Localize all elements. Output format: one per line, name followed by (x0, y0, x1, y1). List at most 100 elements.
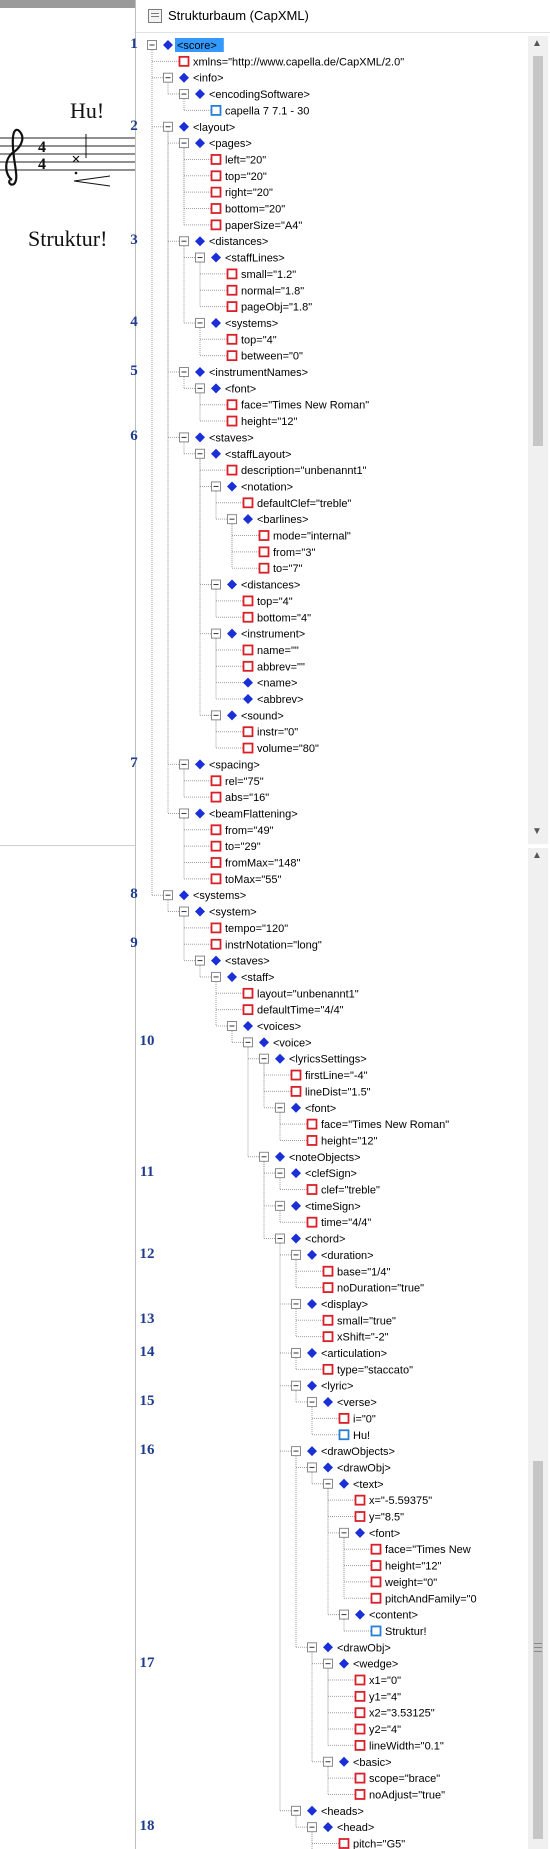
tree-node[interactable]: <font> (275, 1102, 337, 1115)
tree-node[interactable]: <distances> (211, 579, 301, 592)
tree-node[interactable]: Struktur! (370, 1625, 427, 1638)
tree-node[interactable]: top="4" (242, 595, 293, 608)
tree-node[interactable]: to="7" (258, 562, 303, 575)
collapse-toggle-icon[interactable] (163, 72, 173, 83)
tree-node[interactable]: <clefSign> (275, 1168, 357, 1180)
tree-node[interactable]: y1="4" (354, 1690, 402, 1703)
tree-node[interactable]: <sound> (211, 710, 284, 722)
collapse-toggle-icon[interactable] (211, 710, 221, 721)
tree-node[interactable]: <voice> (243, 1037, 312, 1049)
collapse-toggle-icon[interactable] (211, 481, 221, 492)
tree-node[interactable]: between="0" (226, 350, 304, 363)
tree-node[interactable]: <spacing> (179, 759, 260, 771)
collapse-toggle-icon[interactable] (195, 317, 205, 328)
scrollbar-lower[interactable]: ▲ (528, 848, 548, 1849)
tree-node[interactable]: tempo="120" (210, 922, 289, 935)
tree-node[interactable]: bottom="4" (242, 611, 312, 624)
tree-node[interactable]: to="29" (210, 840, 261, 853)
tree-node[interactable]: <barlines> (227, 514, 309, 526)
tree-node[interactable]: clef="treble" (306, 1184, 380, 1197)
tree-node[interactable]: time="4/4" (306, 1216, 372, 1229)
tree-node[interactable]: <lyric> (291, 1380, 354, 1393)
tree-node[interactable]: <info> (163, 72, 224, 85)
tree-node[interactable]: <display> (291, 1298, 369, 1311)
collapse-toggle-icon[interactable] (275, 1102, 285, 1113)
tree-node[interactable]: xShift="-2" (322, 1331, 389, 1344)
tree-node[interactable]: <duration> (291, 1249, 374, 1262)
collapse-toggle-icon[interactable] (163, 890, 173, 901)
tree-node[interactable]: x2="3.53125" (354, 1707, 435, 1720)
collapse-toggle-icon[interactable] (195, 252, 205, 263)
tree-node[interactable]: <staffLayout> (195, 448, 292, 461)
tree-node[interactable]: <basic> (323, 1756, 392, 1769)
tree-node[interactable]: pitchAndFamily="0 (370, 1592, 477, 1605)
tree-node[interactable]: <heads> (291, 1805, 364, 1818)
tree-node[interactable]: <distances> (179, 236, 269, 248)
collapse-toggle-icon[interactable] (259, 1053, 269, 1064)
tree-node[interactable]: <staves> (195, 955, 270, 968)
structure-tree[interactable]: <score> xmlns="http://www.capella.de/CapX… (146, 36, 521, 1849)
tree-node[interactable]: paperSize="A4" (210, 219, 303, 232)
tree-node[interactable]: small="true" (322, 1314, 396, 1327)
tree-node[interactable]: from="49" (210, 824, 274, 837)
tree-node[interactable]: top="4" (226, 333, 277, 346)
collapse-toggle-icon[interactable] (179, 367, 189, 377)
tree-node[interactable]: x1="0" (354, 1674, 402, 1687)
collapse-toggle-icon[interactable] (275, 1233, 285, 1244)
collapse-toggle-icon[interactable] (179, 759, 189, 770)
scroll-down-arrow-icon[interactable]: ▼ (532, 826, 542, 837)
collapse-toggle-icon[interactable] (179, 89, 189, 100)
collapse-toggle-icon[interactable] (323, 1478, 333, 1489)
collapse-toggle-icon[interactable] (179, 808, 189, 819)
tree-node[interactable]: pageObj="1.8" (226, 301, 313, 314)
tree-node[interactable]: <systems> (163, 890, 247, 902)
collapse-toggle-icon[interactable] (195, 448, 205, 459)
tree-node[interactable]: rel="75" (210, 775, 264, 788)
scrollbar-upper[interactable]: ▲ ▼ (528, 36, 548, 844)
tree-node[interactable]: left="20" (210, 154, 267, 166)
collapse-toggle-icon[interactable] (227, 1021, 237, 1031)
tree-node[interactable]: height="12" (226, 415, 298, 428)
collapse-toggle-icon[interactable] (323, 1756, 333, 1767)
tree-node[interactable]: <systems> (195, 317, 279, 330)
collapse-toggle-icon[interactable] (259, 1151, 269, 1162)
collapse-toggle-icon[interactable] (291, 1805, 301, 1816)
collapse-toggle-icon[interactable] (179, 138, 189, 149)
tree-node[interactable]: right="20" (210, 186, 273, 199)
collapse-toggle-icon[interactable] (211, 971, 221, 982)
tree-node[interactable]: face="Times New Roman" (226, 399, 370, 412)
tree-node[interactable]: <pages> (179, 138, 252, 150)
collapse-toggle-icon[interactable] (307, 1642, 317, 1653)
tree-node[interactable]: from="3" (258, 546, 316, 559)
collapse-toggle-icon[interactable] (307, 1397, 317, 1408)
collapse-toggle-icon[interactable] (227, 514, 237, 525)
tree-node[interactable]: name="" (242, 644, 299, 657)
tree-node[interactable]: <content> (339, 1609, 418, 1622)
tree-node[interactable]: abs="16" (210, 791, 270, 804)
tree-node[interactable]: face="Times New (370, 1543, 471, 1556)
tree-node[interactable]: type="staccato" (322, 1363, 414, 1376)
tree-node[interactable]: <voices> (227, 1021, 302, 1033)
collapse-toggle-icon[interactable] (307, 1822, 317, 1833)
tree-node[interactable]: <font> (195, 383, 257, 395)
tree-node[interactable]: top="20" (210, 170, 267, 183)
tree-node[interactable]: bottom="20" (210, 203, 286, 216)
tree-node[interactable]: <timeSign> (275, 1200, 361, 1213)
collapse-toggle-icon[interactable] (163, 121, 173, 132)
tree-node[interactable]: lineDist="1.5" (290, 1086, 371, 1098)
scrollbar-thumb[interactable] (533, 1461, 543, 1839)
tree-node[interactable]: toMax="55" (210, 873, 282, 886)
tree-node[interactable]: pitch="G5" (338, 1838, 406, 1849)
collapse-toggle-icon[interactable] (179, 236, 189, 247)
collapse-toggle-icon[interactable] (291, 1249, 301, 1260)
tree-node[interactable]: mode="internal" (258, 530, 351, 543)
tree-node[interactable]: <staff> (211, 971, 275, 984)
collapse-toggle-icon[interactable] (291, 1446, 301, 1457)
tree-node[interactable]: Hu! (338, 1429, 371, 1442)
collapse-toggle-icon[interactable] (339, 1609, 349, 1620)
tree-node[interactable]: face="Times New Roman" (306, 1118, 450, 1131)
collapse-toggle-icon[interactable] (307, 1462, 317, 1473)
collapse-toggle-icon[interactable] (275, 1200, 285, 1211)
tree-node[interactable]: defaultClef="treble" (242, 497, 352, 510)
scroll-up-arrow-icon[interactable]: ▲ (532, 850, 542, 861)
